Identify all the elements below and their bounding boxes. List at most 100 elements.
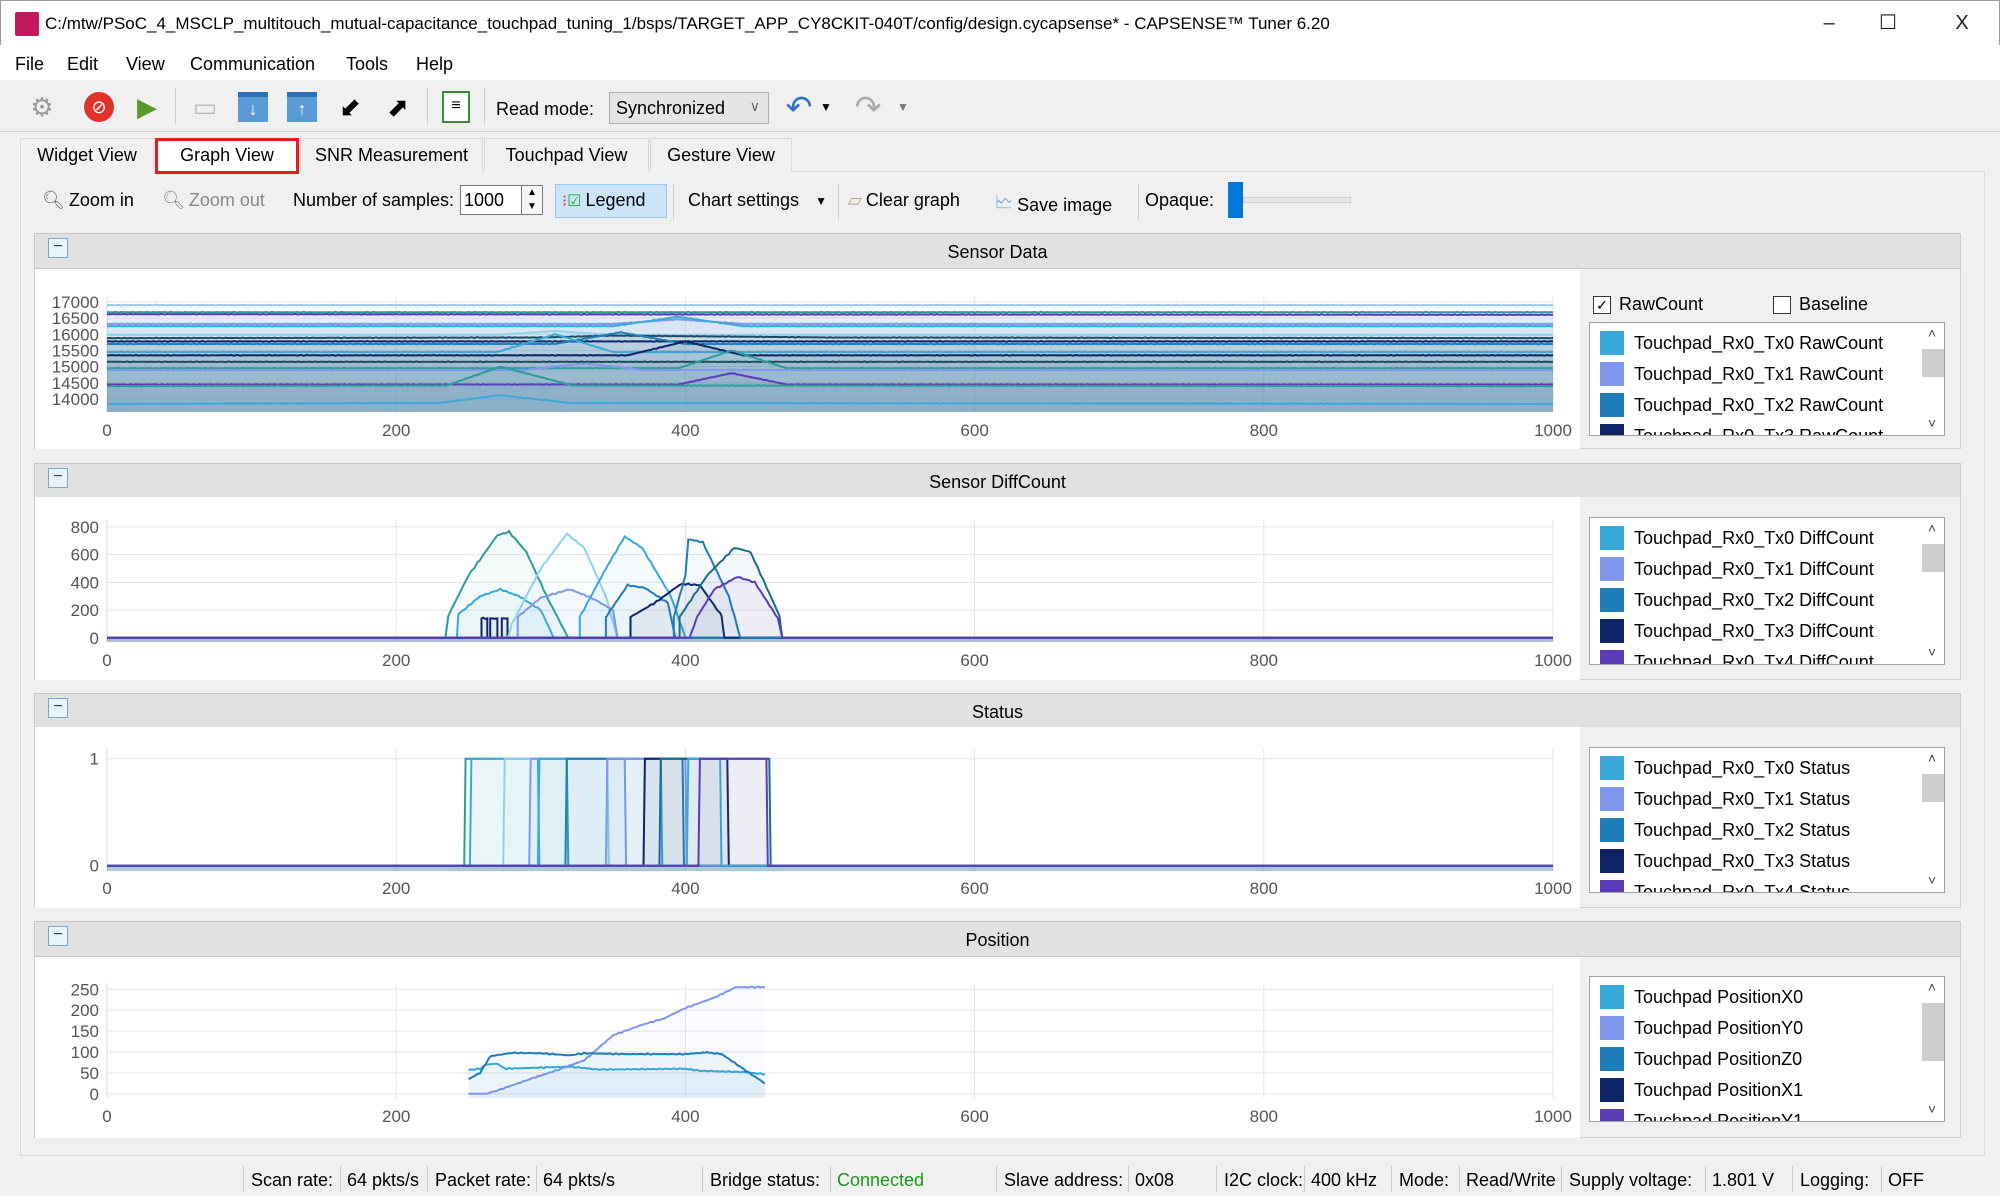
menu-tools[interactable]: Tools (346, 54, 388, 75)
maximize-button[interactable]: ☐ (1868, 7, 1908, 39)
checkbox-box[interactable]: ✓ (1593, 295, 1611, 314)
toolbar-separator (673, 184, 674, 220)
write-to-device-icon[interactable]: ↑ (285, 90, 319, 124)
tab-widget-view[interactable]: Widget View (20, 138, 154, 172)
series-swatch (1600, 849, 1624, 873)
status-label: Slave address: (1004, 1170, 1124, 1190)
checkbox-baseline[interactable]: Baseline (1773, 294, 1868, 315)
export-icon[interactable]: ⬈ (381, 90, 415, 124)
scroll-down-icon[interactable]: ˅ (1920, 644, 1944, 660)
plot-area (107, 520, 1553, 642)
legend-scrollbar[interactable]: ˄ ˅ (1920, 977, 1944, 1121)
read-mode-label: Read mode: (496, 99, 595, 119)
legend-item[interactable]: Touchpad_Rx0_Tx2 Status (1600, 816, 1850, 844)
legend-scrollbar[interactable]: ˄ ˅ (1920, 748, 1944, 892)
tab-snr-measurement[interactable]: SNR Measurement (300, 138, 483, 172)
tab-touchpad-view[interactable]: Touchpad View (484, 138, 649, 172)
legend-item[interactable]: Touchpad_Rx0_Tx2 RawCount (1600, 391, 1883, 419)
status-label: Scan rate: (251, 1170, 334, 1190)
status-label: Packet rate: (435, 1170, 532, 1190)
disconnect-icon[interactable]: ⊘ (82, 90, 116, 124)
scroll-up-icon[interactable]: ˄ (1920, 325, 1944, 341)
scroll-down-icon[interactable]: ˅ (1920, 415, 1944, 431)
legend-item[interactable]: Touchpad PositionX0 (1600, 983, 1803, 1011)
legend-item[interactable]: Touchpad_Rx0_Tx4 Status (1600, 878, 1850, 892)
plot-area (107, 983, 1553, 1098)
read-mode-select[interactable]: Synchronized ∨ (609, 92, 769, 124)
toolbar-separator (838, 184, 839, 220)
scroll-down-icon[interactable]: ˅ (1920, 872, 1944, 888)
read-from-device-icon[interactable]: ↓ (236, 90, 270, 124)
legend-item[interactable]: Touchpad PositionY1 (1600, 1107, 1803, 1121)
undo-icon[interactable]: ↶ (782, 89, 816, 125)
opaque-slider-handle[interactable] (1228, 182, 1243, 218)
legend-item[interactable]: Touchpad PositionY0 (1600, 1014, 1803, 1042)
tab-gesture-view[interactable]: Gesture View (650, 138, 792, 172)
scroll-up-icon[interactable]: ˄ (1920, 750, 1944, 766)
legend-item[interactable]: Touchpad_Rx0_Tx2 DiffCount (1600, 586, 1874, 614)
redo-icon[interactable]: ↷ (851, 89, 885, 125)
close-button[interactable]: X (1942, 7, 1982, 39)
y-tick-label: 0 (90, 629, 99, 648)
legend-item[interactable]: Touchpad_Rx0_Tx1 RawCount (1600, 360, 1883, 388)
x-tick-label: 0 (102, 421, 111, 440)
legend-item[interactable]: Touchpad PositionX1 (1600, 1076, 1803, 1104)
legend-scrollbar[interactable]: ˄ ˅ (1920, 518, 1944, 664)
eraser-icon: ▱ (848, 190, 862, 210)
checkbox-box[interactable] (1773, 295, 1791, 314)
clear-graph-button[interactable]: ▱ Clear graph (848, 190, 960, 211)
import-icon[interactable]: ⬋ (333, 90, 367, 124)
scroll-up-icon[interactable]: ˄ (1920, 979, 1944, 995)
zoom-out-button[interactable]: 🔍︎ Zoom out (162, 190, 265, 211)
undo-dropdown-icon[interactable]: ▼ (818, 90, 834, 124)
legend-item[interactable]: Touchpad_Rx0_Tx1 DiffCount (1600, 555, 1874, 583)
minimize-button[interactable]: – (1809, 7, 1849, 39)
legend-scrollbar[interactable]: ˄ ˅ (1920, 323, 1944, 435)
redo-dropdown-icon[interactable]: ▼ (895, 90, 911, 124)
menu-edit[interactable]: Edit (67, 54, 98, 75)
menu-help[interactable]: Help (416, 54, 453, 75)
status-label: Bridge status: (710, 1170, 821, 1190)
legend-item[interactable]: Touchpad_Rx0_Tx3 Status (1600, 847, 1850, 875)
samples-stepper[interactable]: ▲ ▼ (521, 185, 543, 215)
legend-item[interactable]: Touchpad_Rx0_Tx4 DiffCount (1600, 648, 1874, 664)
legend-item[interactable]: Touchpad_Rx0_Tx0 RawCount (1600, 329, 1883, 357)
toolbar-separator (484, 88, 485, 124)
legend-item[interactable]: Touchpad_Rx0_Tx0 DiffCount (1600, 524, 1874, 552)
checkbox-rawcount[interactable]: ✓ RawCount (1593, 294, 1703, 315)
samples-input[interactable]: 1000 (460, 185, 522, 215)
start-icon[interactable]: ▶ (130, 90, 164, 124)
series-swatch (1600, 818, 1624, 842)
opaque-slider-track[interactable] (1243, 197, 1351, 203)
status-separator (1459, 1166, 1460, 1192)
legend-item[interactable]: Touchpad_Rx0_Tx1 Status (1600, 785, 1850, 813)
menu-file[interactable]: File (15, 54, 44, 75)
save-image-button[interactable]: 🗠 Save image (995, 190, 1112, 220)
y-tick-label: 15000 (52, 358, 99, 377)
scrollbar-thumb[interactable] (1922, 349, 1944, 377)
chart-settings-button[interactable]: Chart settings ▼ (688, 190, 827, 211)
open-icon[interactable]: ▭ (188, 90, 222, 124)
menu-view[interactable]: View (126, 54, 165, 75)
status-label: Supply voltage: (1569, 1170, 1693, 1190)
scroll-up-icon[interactable]: ˄ (1920, 520, 1944, 536)
legend-item-label: Touchpad_Rx0_Tx0 DiffCount (1634, 527, 1874, 548)
tab-graph-view[interactable]: Graph View (155, 138, 299, 174)
panel-header: − Sensor DiffCount (34, 463, 1961, 499)
scroll-down-icon[interactable]: ˅ (1920, 1101, 1944, 1117)
scrollbar-thumb[interactable] (1922, 774, 1944, 802)
legend-item[interactable]: Touchpad_Rx0_Tx0 Status (1600, 754, 1850, 782)
status-separator (1128, 1166, 1129, 1192)
zoom-in-button[interactable]: 🔍︎ Zoom in (42, 190, 134, 211)
scrollbar-thumb[interactable] (1922, 1003, 1944, 1061)
scrollbar-thumb[interactable] (1922, 544, 1944, 572)
x-tick-label: 800 (1250, 879, 1278, 898)
menu-communication[interactable]: Communication (190, 54, 315, 75)
gear-icon[interactable]: ⚙ (25, 90, 59, 124)
y-tick-label: 1 (90, 750, 99, 769)
series-swatch (1600, 362, 1624, 386)
legend-item[interactable]: Touchpad PositionZ0 (1600, 1045, 1802, 1073)
log-icon[interactable]: ≡ (439, 90, 473, 124)
legend-item[interactable]: Touchpad_Rx0_Tx3 RawCount (1600, 422, 1883, 435)
legend-item[interactable]: Touchpad_Rx0_Tx3 DiffCount (1600, 617, 1874, 645)
